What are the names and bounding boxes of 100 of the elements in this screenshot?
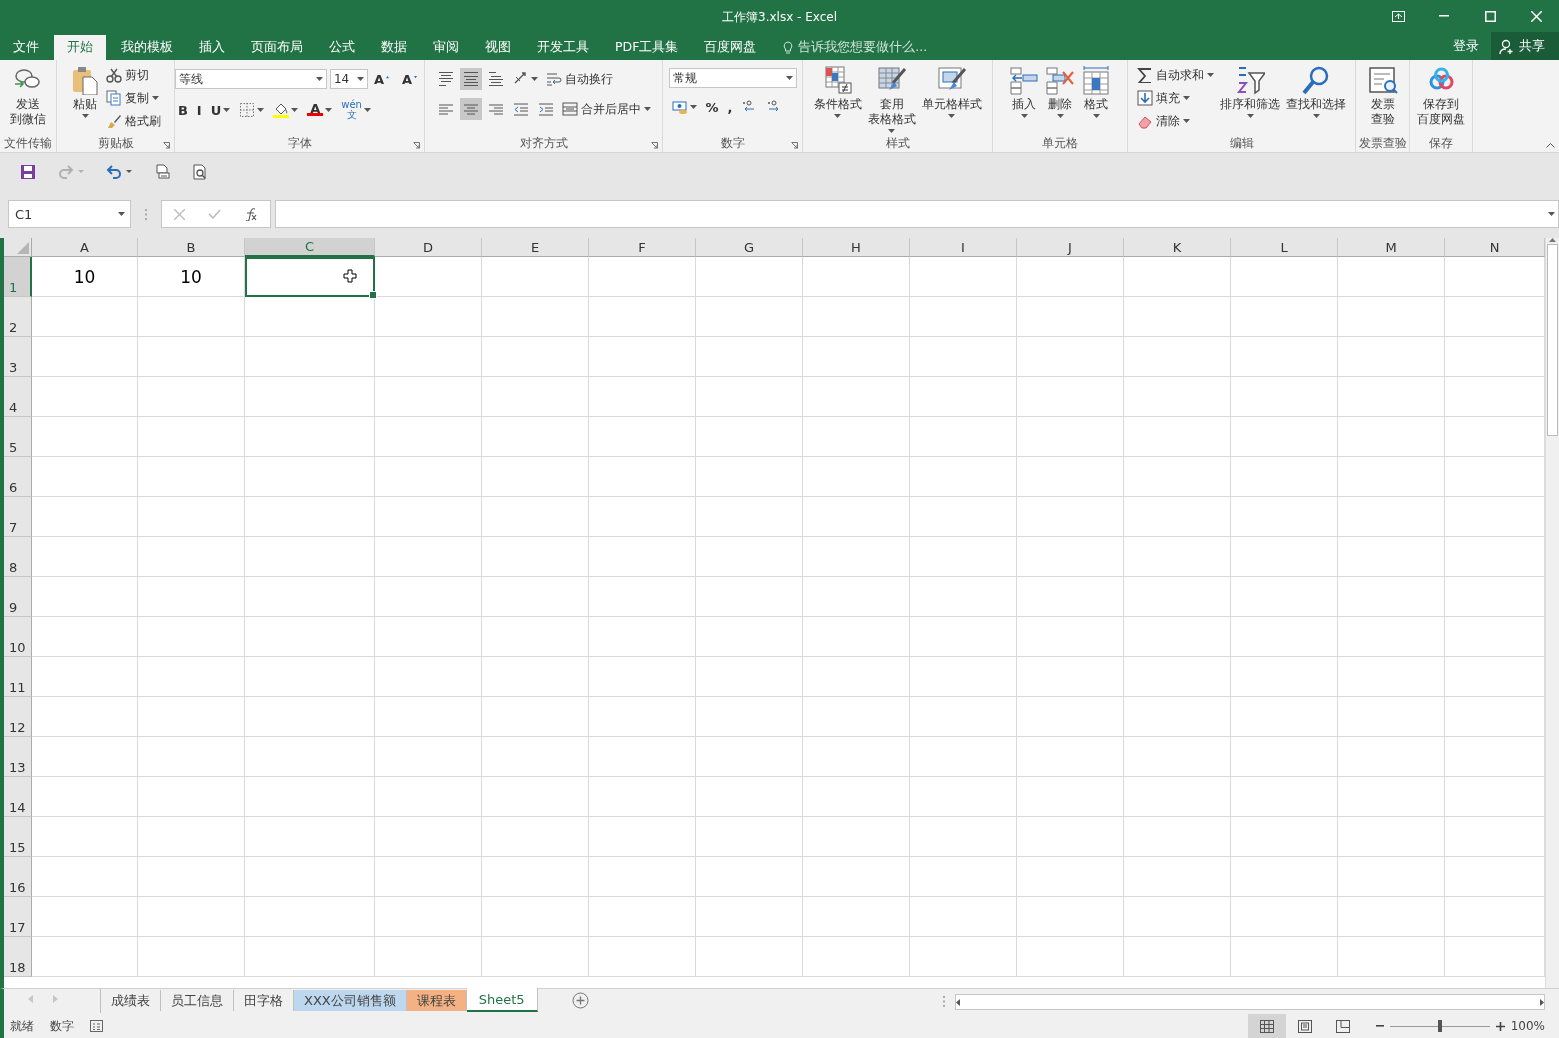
table-cell[interactable] — [375, 657, 482, 697]
table-cell[interactable] — [910, 297, 1017, 337]
table-cell[interactable] — [375, 857, 482, 897]
table-cell[interactable] — [482, 857, 589, 897]
table-cell[interactable] — [1124, 537, 1231, 577]
column-header[interactable]: D — [375, 238, 482, 257]
zoom-slider-thumb[interactable] — [1437, 1019, 1442, 1032]
table-cell[interactable] — [32, 377, 138, 417]
table-cell[interactable] — [482, 817, 589, 857]
table-cell[interactable] — [32, 577, 138, 617]
table-cell[interactable] — [910, 337, 1017, 377]
table-cell[interactable] — [32, 857, 138, 897]
table-cell[interactable] — [482, 617, 589, 657]
row-header[interactable]: 18 — [4, 937, 32, 977]
ribbon-tab[interactable]: 页面布局 — [238, 35, 316, 60]
table-cell[interactable] — [696, 377, 803, 417]
table-cell[interactable] — [1124, 337, 1231, 377]
table-cell[interactable] — [1124, 377, 1231, 417]
ribbon-tab[interactable]: 审阅 — [420, 35, 472, 60]
table-cell[interactable] — [1338, 697, 1445, 737]
row-header[interactable]: 1 — [4, 257, 32, 297]
table-cell[interactable] — [803, 617, 910, 657]
table-cell[interactable] — [482, 577, 589, 617]
table-cell[interactable] — [1124, 697, 1231, 737]
table-cell[interactable] — [910, 817, 1017, 857]
row-header[interactable]: 10 — [4, 617, 32, 657]
sheet-tab[interactable]: 员工信息 — [161, 990, 234, 1011]
table-cell[interactable] — [696, 857, 803, 897]
share-button[interactable]: 共享 — [1491, 32, 1559, 60]
table-cell[interactable] — [910, 537, 1017, 577]
table-cell[interactable] — [138, 697, 245, 737]
scroll-left-icon[interactable] — [28, 995, 33, 1003]
table-cell[interactable] — [138, 337, 245, 377]
table-cell[interactable] — [1231, 857, 1338, 897]
table-cell[interactable] — [1231, 257, 1338, 297]
ribbon-button[interactable]: 自动换行 — [543, 69, 615, 89]
table-cell[interactable] — [1124, 497, 1231, 537]
table-cell[interactable] — [589, 257, 696, 297]
table-cell[interactable] — [1017, 537, 1124, 577]
table-cell[interactable] — [1124, 897, 1231, 937]
table-cell[interactable] — [245, 657, 375, 697]
table-cell[interactable] — [803, 457, 910, 497]
vertical-scrollbar[interactable] — [1545, 238, 1559, 988]
table-cell[interactable] — [1124, 257, 1231, 297]
table-cell[interactable] — [32, 817, 138, 857]
column-header[interactable]: M — [1338, 238, 1445, 257]
table-cell[interactable] — [803, 417, 910, 457]
table-cell[interactable] — [32, 497, 138, 537]
table-cell[interactable] — [375, 457, 482, 497]
table-cell[interactable] — [1338, 457, 1445, 497]
table-cell[interactable] — [1124, 577, 1231, 617]
horizontal-scrollbar[interactable] — [955, 994, 1545, 1010]
ribbon-button[interactable]: 查找和选择 — [1284, 64, 1348, 135]
table-cell[interactable] — [589, 617, 696, 657]
table-cell[interactable] — [589, 337, 696, 377]
table-cell[interactable] — [245, 417, 375, 457]
column-header[interactable]: F — [589, 238, 696, 257]
table-cell[interactable] — [482, 457, 589, 497]
table-cell[interactable] — [1124, 657, 1231, 697]
table-cell[interactable] — [1338, 857, 1445, 897]
function-icon[interactable] — [244, 207, 259, 221]
table-cell[interactable] — [1124, 417, 1231, 457]
table-cell[interactable] — [1231, 337, 1338, 377]
dropdown-field[interactable]: 14 — [329, 69, 368, 89]
table-cell[interactable] — [696, 897, 803, 937]
ribbon-button[interactable]: 插入 — [1007, 64, 1041, 135]
table-cell[interactable] — [1017, 577, 1124, 617]
toolbar-button[interactable]: U — [207, 99, 234, 121]
table-cell[interactable] — [910, 497, 1017, 537]
table-cell[interactable] — [482, 537, 589, 577]
toolbar-button[interactable]: A — [399, 68, 425, 90]
row-header[interactable]: 3 — [4, 337, 32, 377]
table-cell[interactable] — [1017, 297, 1124, 337]
ribbon-button[interactable]: 保存到 百度网盘 — [1415, 64, 1467, 135]
column-header[interactable]: G — [696, 238, 803, 257]
column-header[interactable]: H — [803, 238, 910, 257]
row-header[interactable]: 5 — [4, 417, 32, 457]
table-cell[interactable] — [1338, 497, 1445, 537]
table-cell[interactable] — [1338, 897, 1445, 937]
table-cell[interactable] — [1231, 657, 1338, 697]
table-cell[interactable] — [696, 297, 803, 337]
row-header[interactable]: 9 — [4, 577, 32, 617]
sheet-tab[interactable]: 课程表 — [406, 990, 467, 1011]
column-header[interactable]: J — [1017, 238, 1124, 257]
table-cell[interactable] — [589, 937, 696, 977]
table-cell[interactable] — [1231, 817, 1338, 857]
table-cell[interactable] — [1231, 297, 1338, 337]
undo-icon-button[interactable] — [106, 163, 132, 180]
table-cell[interactable] — [1124, 617, 1231, 657]
fill-handle[interactable] — [369, 291, 377, 299]
table-cell[interactable]: 10 — [32, 257, 138, 297]
table-cell[interactable] — [589, 417, 696, 457]
table-cell[interactable] — [1017, 617, 1124, 657]
column-header[interactable]: A — [32, 238, 138, 257]
table-cell[interactable] — [1338, 817, 1445, 857]
table-cell[interactable] — [482, 257, 589, 297]
ribbon-button[interactable]: 自动求和 — [1135, 65, 1216, 85]
toolbar-button[interactable]: A — [304, 99, 336, 121]
table-cell[interactable] — [803, 657, 910, 697]
table-cell[interactable] — [245, 297, 375, 337]
